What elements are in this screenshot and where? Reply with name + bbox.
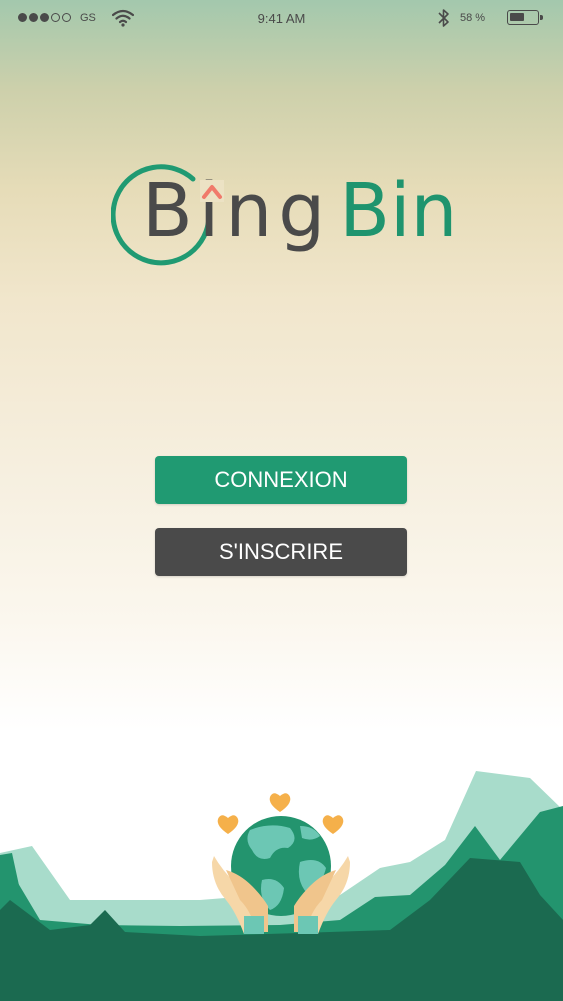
register-button[interactable]: S'INSCRIRE bbox=[155, 528, 407, 576]
logo-text-part2: Bin bbox=[339, 168, 458, 254]
login-button[interactable]: CONNEXION bbox=[155, 456, 407, 504]
app-logo: Bing Bin bbox=[108, 152, 458, 267]
splash-screen: GS 9:41 AM 58 % Bing Bin CONNEXION S'INS… bbox=[0, 0, 563, 1001]
bluetooth-icon bbox=[438, 9, 449, 27]
battery-tip bbox=[540, 15, 543, 20]
logo-arrow-icon bbox=[200, 180, 224, 202]
landscape-illustration bbox=[0, 771, 563, 1001]
logo-text-part1: Bing bbox=[142, 168, 332, 254]
battery-level bbox=[510, 13, 524, 21]
logo-wordmark: Bing Bin bbox=[142, 156, 457, 266]
status-bar: GS 9:41 AM 58 % bbox=[0, 0, 563, 38]
battery-percent: 58 % bbox=[460, 12, 486, 24]
battery-icon bbox=[507, 10, 539, 25]
